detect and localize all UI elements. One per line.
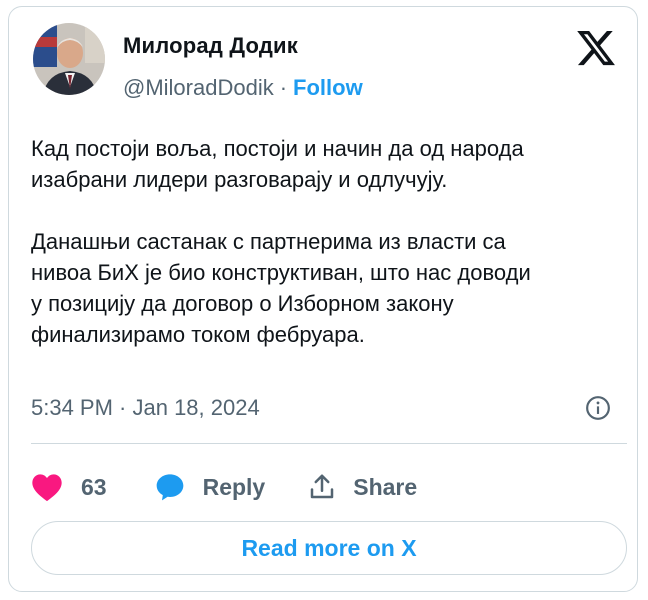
avatar-photo <box>33 23 105 95</box>
read-more-button[interactable]: Read more on X <box>31 521 627 575</box>
follow-button[interactable]: Follow <box>293 75 363 100</box>
info-icon[interactable] <box>585 395 611 421</box>
read-more-label: Read more on X <box>241 534 417 561</box>
tweet-line: нивоа БиХ је био конструктиван, што нас … <box>31 260 531 285</box>
tweet-card: Милорад Додик @MiloradDodik · Follow Кад п… <box>8 6 638 592</box>
author-name[interactable]: Милорад Додик <box>123 33 298 59</box>
tweet-line: изабрани лидери разговарају и одлучују. <box>31 167 448 192</box>
tweet-line: Кад постоји воља, постоји и начин да од … <box>31 136 524 161</box>
tweet-line: у позицију да договор о Изборном закону <box>31 291 454 316</box>
reply-bubble-icon <box>156 474 183 501</box>
tweet-paragraph-2: Данашњи састанак с партнерима из власти … <box>31 226 627 350</box>
tweet-line: финализирамо током фебруара. <box>31 322 365 347</box>
tweet-text: Кад постоји воља, постоји и начин да од … <box>31 133 627 350</box>
divider <box>31 443 627 444</box>
reply-button[interactable]: Reply <box>153 471 308 503</box>
author-handle[interactable]: @MiloradDodik <box>123 75 274 100</box>
like-count: 63 <box>81 473 107 500</box>
separator-dot: · <box>279 75 288 100</box>
share-upload-icon <box>310 474 334 499</box>
x-logo-icon[interactable] <box>575 27 617 69</box>
author-handle-row: @MiloradDodik · Follow <box>123 75 363 101</box>
share-label: Share <box>353 473 418 500</box>
tweet-paragraph-1: Кад постоји воља, постоји и начин да од … <box>31 133 627 195</box>
tweet-line: Данашњи састанак с партнерима из власти … <box>31 229 506 254</box>
heart-icon <box>32 474 62 502</box>
reply-label: Reply <box>202 473 266 500</box>
author-avatar[interactable] <box>33 23 105 95</box>
like-button[interactable]: 63 <box>31 472 153 502</box>
tweet-timestamp[interactable]: 5:34 PM · Jan 18, 2024 <box>31 395 260 421</box>
action-bar: 63 Reply Share <box>31 467 417 507</box>
share-button[interactable]: Share <box>307 472 417 502</box>
